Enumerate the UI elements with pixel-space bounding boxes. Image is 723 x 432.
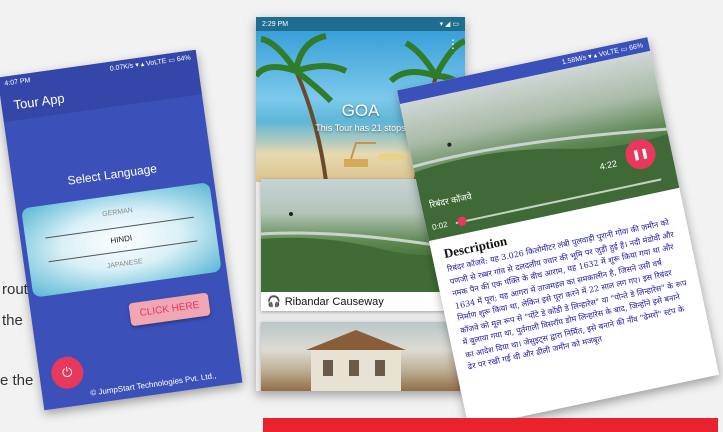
status-time: 2:29 PM [262, 20, 289, 28]
church-illustration [306, 330, 406, 391]
stop-image [261, 322, 460, 391]
stop-name: Ribandar Causeway [284, 295, 384, 308]
power-icon: ⏻ [61, 364, 74, 381]
power-button[interactable]: ⏻ [49, 354, 86, 391]
red-banner [263, 418, 718, 432]
language-option-german[interactable]: GERMAN [23, 196, 212, 229]
click-here-button[interactable]: CLICK HERE [128, 292, 211, 327]
stop-card[interactable] [261, 322, 460, 391]
pause-icon: ❚❚ [631, 147, 650, 162]
status-time: 4:07 PM [4, 76, 31, 88]
side-text-3: e the [0, 372, 34, 389]
language-picker[interactable]: GERMAN HINDI JAPANESE [21, 182, 222, 298]
overflow-menu-icon[interactable]: ⋮ [447, 37, 459, 51]
language-screen: 4:07 PM 0.07K/s ▾ ▴ VoLTE ▭ 64% Tour App… [0, 49, 243, 411]
status-icons: ▾ ◢ ▭ [439, 21, 459, 28]
side-text-2: the [2, 312, 23, 329]
headphones-icon: 🎧 [267, 296, 281, 308]
footer-copyright: © JumpStart Technologies Pvt. Ltd., [89, 371, 217, 398]
stop-label: 🎧 Ribandar Causeway [261, 292, 460, 311]
status-bar: 2:29 PM ▾ ◢ ▭ [256, 17, 465, 31]
